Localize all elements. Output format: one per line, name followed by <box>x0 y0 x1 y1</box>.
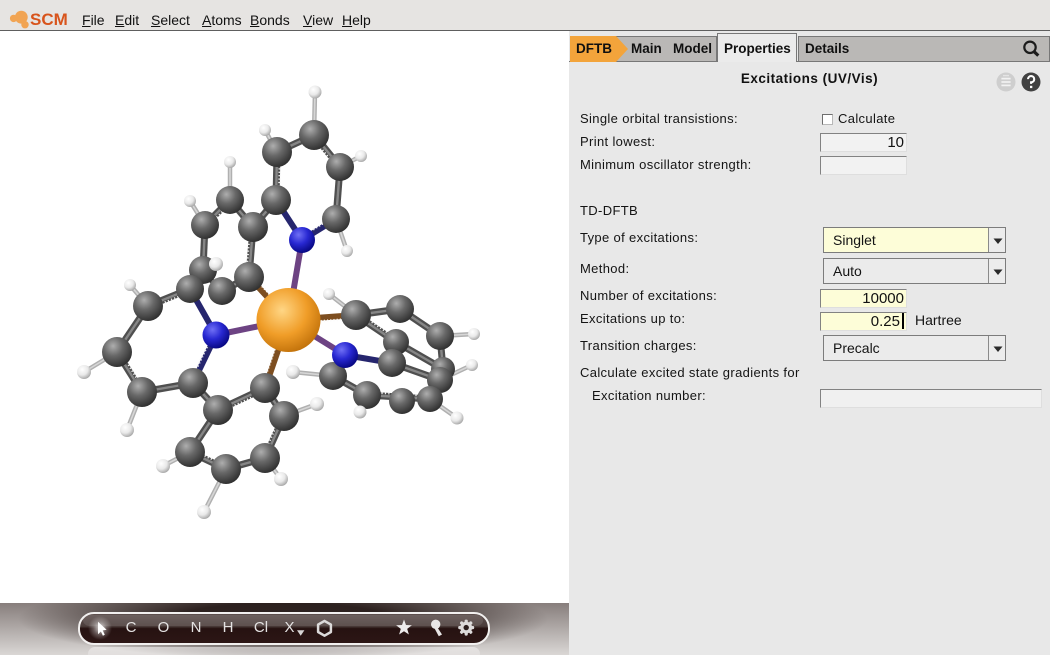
svg-text:Cl: Cl <box>254 619 268 636</box>
svg-text:SCM: SCM <box>30 10 68 29</box>
svg-text:H: H <box>223 619 234 636</box>
svg-text:O: O <box>158 619 170 636</box>
svg-text:X: X <box>284 619 294 636</box>
svg-text:C: C <box>126 619 137 636</box>
svg-text:N: N <box>191 619 202 636</box>
